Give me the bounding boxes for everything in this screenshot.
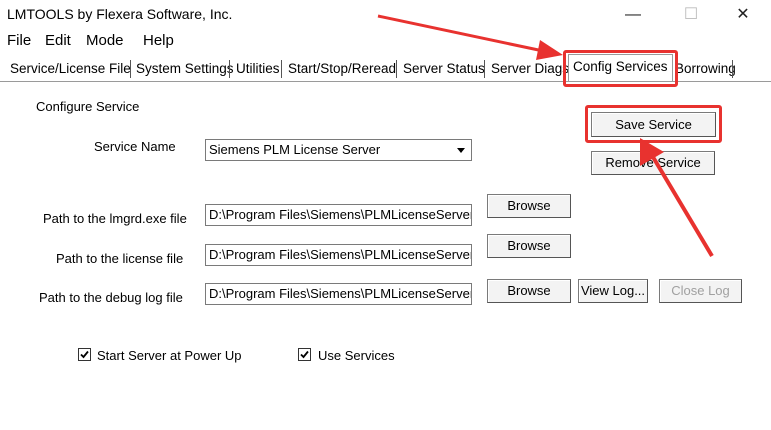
debug-log-path-label: Path to the debug log file (39, 290, 183, 305)
maximize-button[interactable]: ☐ (668, 2, 714, 28)
lmgrd-path-label: Path to the lmgrd.exe file (43, 211, 187, 226)
remove-service-button[interactable]: Remove Service (591, 151, 715, 175)
tab-start-stop-reread[interactable]: Start/Stop/Reread (288, 58, 396, 80)
browse-debug-log-button[interactable]: Browse (487, 279, 571, 303)
window-title: LMTOOLS by Flexera Software, Inc. (7, 6, 233, 22)
tab-separator (732, 60, 733, 78)
browse-license-button[interactable]: Browse (487, 234, 571, 258)
close-button[interactable]: ✕ (720, 2, 766, 28)
tab-separator (484, 60, 485, 78)
license-path-field[interactable]: D:\Program Files\Siemens\PLMLicenseServe… (205, 244, 472, 266)
tab-bar: Service/License File System Settings Uti… (0, 52, 771, 82)
start-at-powerup-checkbox[interactable] (78, 348, 91, 361)
tab-system-settings[interactable]: System Settings (136, 58, 234, 80)
checkmark-icon (300, 350, 309, 359)
tab-separator (130, 60, 131, 78)
service-name-label: Service Name (94, 139, 176, 154)
menu-help[interactable]: Help (143, 32, 174, 49)
title-bar: LMTOOLS by Flexera Software, Inc. — ☐ ✕ (0, 0, 771, 30)
use-services-label: Use Services (318, 348, 395, 363)
tab-separator (396, 60, 397, 78)
tab-separator (229, 60, 230, 78)
configure-service-label: Configure Service (36, 99, 140, 114)
view-log-button[interactable]: View Log... (578, 279, 648, 303)
menu-file[interactable]: File (7, 32, 31, 49)
lmgrd-path-field[interactable]: D:\Program Files\Siemens\PLMLicenseServe… (205, 204, 472, 226)
menu-edit[interactable]: Edit (45, 32, 71, 49)
menu-mode[interactable]: Mode (86, 32, 124, 49)
chevron-down-icon[interactable] (453, 142, 469, 158)
tab-server-status[interactable]: Server Status (403, 58, 485, 80)
tab-borrowing[interactable]: Borrowing (675, 58, 736, 80)
save-service-button[interactable]: Save Service (591, 112, 716, 137)
checkmark-icon (80, 350, 89, 359)
close-log-button: Close Log (659, 279, 742, 303)
tab-service-license-file[interactable]: Service/License File (10, 58, 131, 80)
start-at-powerup-label: Start Server at Power Up (97, 348, 242, 363)
tab-utilities[interactable]: Utilities (236, 58, 280, 80)
license-path-label: Path to the license file (56, 251, 184, 266)
browse-lmgrd-button[interactable]: Browse (487, 194, 571, 218)
service-name-value: Siemens PLM License Server (209, 142, 381, 157)
tab-separator (281, 60, 282, 78)
menu-bar: File Edit Mode Help (0, 30, 771, 52)
tab-server-diags[interactable]: Server Diags (491, 58, 569, 80)
minimize-button[interactable]: — (610, 2, 656, 28)
service-name-select[interactable]: Siemens PLM License Server (205, 139, 472, 161)
debug-log-path-field[interactable]: D:\Program Files\Siemens\PLMLicenseServe… (205, 283, 472, 305)
use-services-checkbox[interactable] (298, 348, 311, 361)
tab-config-services[interactable]: Config Services (568, 54, 673, 81)
